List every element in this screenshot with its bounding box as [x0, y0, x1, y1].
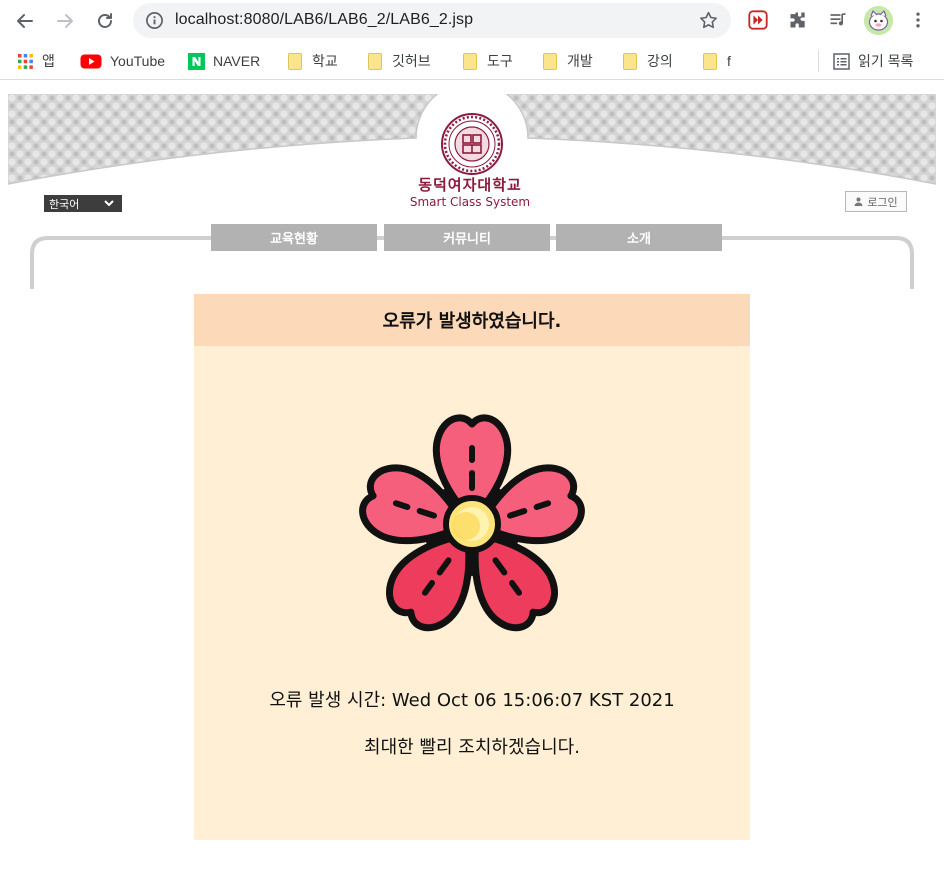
reload-icon — [98, 13, 112, 28]
bookmark-folder-tools[interactable]: 도구 — [463, 50, 513, 72]
bookmark-apps[interactable]: 앱 — [17, 50, 55, 72]
reading-list-label: 읽기 목록 — [858, 53, 914, 69]
url-text[interactable]: localhost:8080/LAB6/LAB6_2/LAB6_2.jsp — [175, 11, 473, 29]
profile-avatar[interactable] — [864, 6, 893, 35]
site-header: 한국어 동덕여자대학교 Smart Class System 로그인 교육현황 … — [8, 94, 936, 289]
bookmark-label: YouTube — [110, 53, 166, 69]
bookmark-label: 깃허브 — [392, 53, 431, 69]
browser-toolbar: localhost:8080/LAB6/LAB6_2/LAB6_2.jsp — [0, 0, 944, 42]
folder-icon — [288, 52, 302, 70]
system-name: Smart Class System — [409, 195, 531, 209]
bookmark-label: 도구 — [487, 53, 513, 69]
media-playlist-icon[interactable] — [826, 8, 850, 32]
apps-grid-icon — [18, 53, 33, 69]
login-button[interactable]: 로그인 — [845, 191, 907, 212]
chevron-down-icon — [104, 200, 114, 207]
menu-tab-education[interactable]: 교육현황 — [211, 224, 377, 251]
bookmark-label: 앱 — [42, 53, 55, 69]
bookmark-label: NAVER — [213, 53, 261, 69]
bookmark-naver[interactable]: NAVER — [188, 50, 260, 72]
bookmark-folder-github[interactable]: 깃허브 — [368, 50, 431, 72]
forward-button[interactable] — [50, 6, 80, 36]
youtube-icon — [80, 54, 102, 68]
folder-icon — [623, 52, 637, 70]
bookmark-folder-dev[interactable]: 개발 — [543, 50, 593, 72]
error-time-text: 오류 발생 시간: Wed Oct 06 15:06:07 KST 2021 — [269, 690, 675, 711]
bookmarks-divider — [818, 50, 819, 72]
bookmark-folder-lecture[interactable]: 강의 — [623, 50, 673, 72]
bookmark-label: f — [727, 53, 731, 69]
extensions-puzzle-icon[interactable] — [786, 8, 810, 32]
profile-cat-icon — [864, 6, 893, 35]
bookmarks-bar: 앱 YouTube NAVER 학교 깃허브 도구 개발 강의 f 읽기 목록 — [0, 42, 944, 80]
naver-icon — [188, 52, 205, 70]
menu-tab-label: 커뮤니티 — [443, 232, 491, 247]
error-card: 오류가 발생하였습니다. 오류 발생 시간: Wed Oct 06 15:06:… — [194, 294, 750, 840]
language-select[interactable]: 한국어 — [44, 195, 122, 212]
flower-icon — [354, 406, 590, 651]
media-extension-icon[interactable] — [746, 8, 770, 32]
login-label: 로그인 — [867, 195, 898, 209]
back-arrow-icon — [17, 14, 33, 28]
bookmark-youtube[interactable]: YouTube — [80, 50, 165, 72]
reading-list-icon — [833, 52, 850, 70]
folder-icon — [463, 52, 477, 70]
bookmark-label: 개발 — [567, 53, 593, 69]
university-name: 동덕여자대학교 — [418, 176, 522, 194]
site-info-icon[interactable] — [145, 11, 164, 30]
reload-button[interactable] — [90, 6, 120, 36]
reading-list[interactable]: 읽기 목록 — [833, 50, 913, 72]
menu-tab-about[interactable]: 소개 — [556, 224, 722, 251]
bookmark-folder-school[interactable]: 학교 — [288, 50, 338, 72]
more-vertical-icon — [916, 12, 920, 28]
language-value: 한국어 — [49, 197, 80, 211]
address-bar[interactable]: localhost:8080/LAB6/LAB6_2/LAB6_2.jsp — [133, 3, 731, 38]
bookmark-label: 강의 — [647, 53, 673, 69]
back-button[interactable] — [10, 6, 40, 36]
university-seal-icon — [441, 113, 503, 175]
browser-menu-button[interactable] — [906, 8, 930, 32]
folder-icon — [368, 52, 382, 70]
bookmark-star-icon[interactable] — [698, 10, 719, 31]
menu-tab-label: 교육현황 — [270, 232, 318, 247]
bookmark-folder-f[interactable]: f — [703, 50, 731, 72]
menu-tab-label: 소개 — [627, 232, 651, 247]
bookmark-label: 학교 — [312, 53, 338, 69]
folder-icon — [543, 52, 557, 70]
forward-arrow-icon — [57, 14, 73, 28]
error-title: 오류가 발생하였습니다. — [194, 294, 750, 346]
menu-tab-community[interactable]: 커뮤니티 — [384, 224, 550, 251]
error-message-text: 최대한 빨리 조치하겠습니다. — [364, 737, 580, 758]
folder-icon — [703, 52, 717, 70]
person-icon — [854, 197, 863, 206]
